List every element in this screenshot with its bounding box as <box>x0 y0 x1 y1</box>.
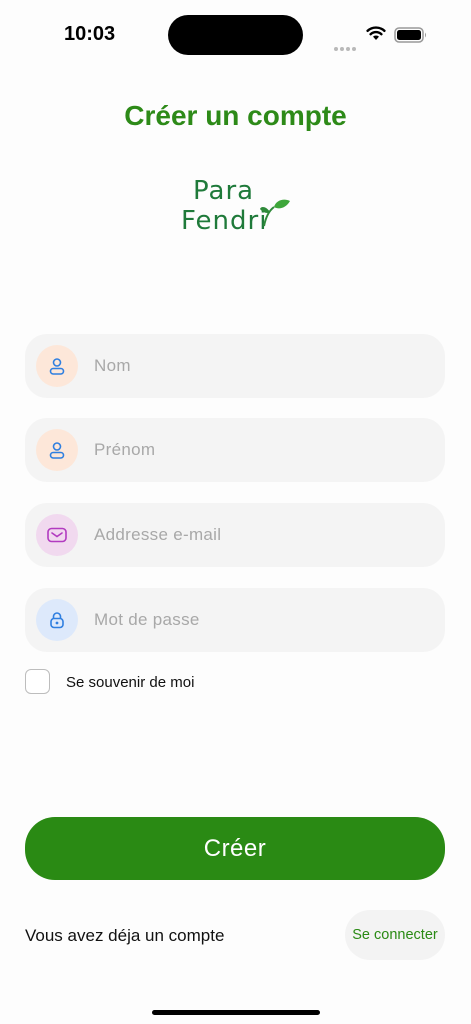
logo-text-line1: Para <box>193 176 255 206</box>
remember-me-label: Se souvenir de moi <box>66 674 195 691</box>
status-bar: 10:03 <box>0 0 471 70</box>
first-name-input[interactable] <box>94 418 424 482</box>
last-name-field[interactable] <box>25 334 445 398</box>
create-account-button[interactable]: Créer <box>25 817 445 880</box>
password-input[interactable] <box>94 588 424 652</box>
login-button[interactable]: Se connecter <box>345 910 445 960</box>
remember-me-checkbox[interactable] <box>25 669 50 694</box>
email-input[interactable] <box>94 503 424 567</box>
battery-icon <box>394 27 426 43</box>
wifi-icon <box>366 26 386 40</box>
lock-icon <box>36 599 78 641</box>
home-indicator[interactable] <box>152 1010 320 1015</box>
user-icon <box>36 345 78 387</box>
status-time: 10:03 <box>64 23 116 45</box>
leaf-icon <box>260 199 290 227</box>
email-field[interactable] <box>25 503 445 567</box>
have-account-text: Vous avez déja un compte <box>25 926 225 945</box>
logo-text-line2: Fendri <box>181 206 268 236</box>
login-button-label: Se connecter <box>352 927 438 943</box>
user-icon <box>36 429 78 471</box>
create-button-label: Créer <box>203 834 267 862</box>
signal-dots-icon <box>334 38 358 51</box>
mail-icon <box>36 514 78 556</box>
brand-logo: Para Fendri <box>180 176 295 240</box>
first-name-field[interactable] <box>25 418 445 482</box>
last-name-input[interactable] <box>94 334 424 398</box>
page-title: Créer un compte <box>124 100 347 131</box>
password-field[interactable] <box>25 588 445 652</box>
dynamic-island <box>168 15 303 55</box>
